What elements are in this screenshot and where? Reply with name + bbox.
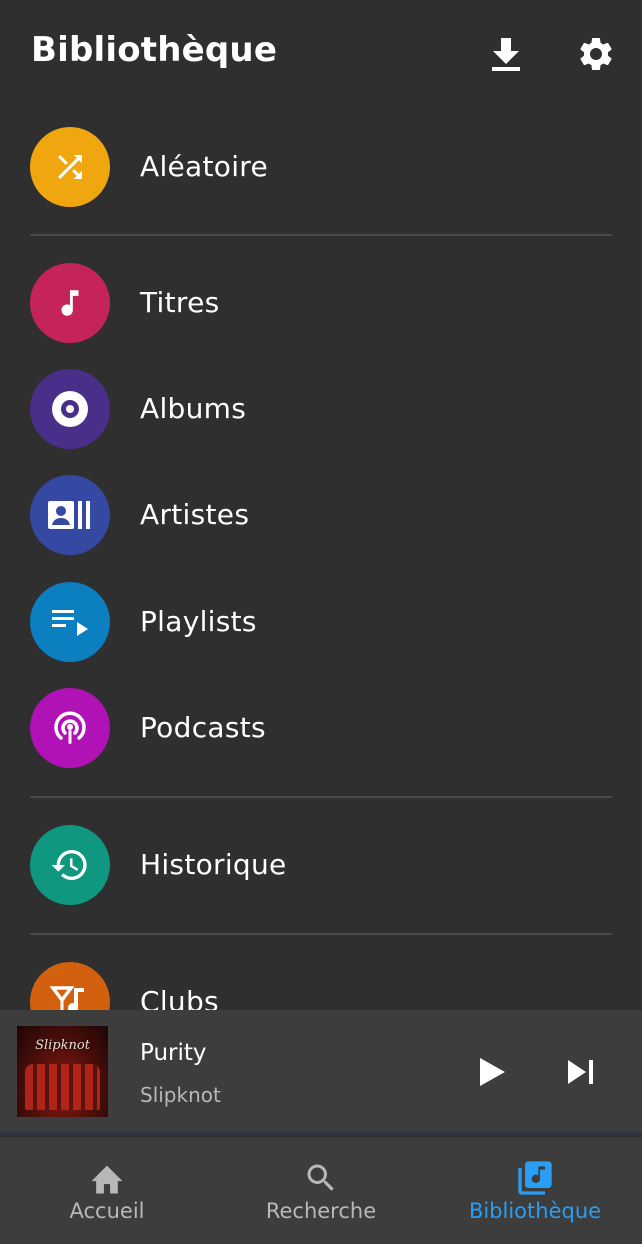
skip-next-icon[interactable] xyxy=(559,1050,603,1094)
history-icon xyxy=(30,825,110,905)
bottom-nav: Accueil Recherche Bibliothèque xyxy=(0,1137,642,1244)
podcast-icon xyxy=(30,688,110,768)
library-music-icon xyxy=(428,1157,642,1199)
library-item-label: Clubs xyxy=(140,985,219,1010)
home-icon xyxy=(0,1157,214,1199)
library-item-label: Podcasts xyxy=(140,711,266,744)
library-item-titles[interactable]: Titres xyxy=(0,244,642,350)
shuffle-icon xyxy=(30,127,110,207)
mini-player[interactable]: Slipknot Purity Slipknot xyxy=(0,1010,642,1134)
library-list: Aléatoire Titres Albums Artistes Playlis… xyxy=(0,108,642,1010)
divider xyxy=(30,234,612,236)
nav-item-label: Bibliothèque xyxy=(468,1199,602,1223)
album-cover[interactable]: Slipknot xyxy=(17,1026,108,1117)
gear-icon[interactable] xyxy=(574,32,618,76)
nav-item-library[interactable]: Bibliothèque xyxy=(428,1137,642,1244)
nav-item-search[interactable]: Recherche xyxy=(214,1137,428,1244)
library-item-playlists[interactable]: Playlists xyxy=(0,563,642,669)
library-item-artists[interactable]: Artistes xyxy=(0,456,642,562)
nav-item-home[interactable]: Accueil xyxy=(0,1137,214,1244)
divider xyxy=(30,933,612,935)
page-title: Bibliothèque xyxy=(31,30,278,70)
song-title: Purity xyxy=(140,1040,207,1066)
library-item-label: Titres xyxy=(140,286,220,319)
playlist-icon xyxy=(30,582,110,662)
song-artist: Slipknot xyxy=(140,1083,221,1107)
clubs-icon xyxy=(30,962,110,1010)
header: Bibliothèque xyxy=(0,0,642,108)
library-item-shuffle[interactable]: Aléatoire xyxy=(0,108,642,214)
library-item-label: Playlists xyxy=(140,605,257,638)
library-item-label: Historique xyxy=(140,848,287,881)
library-item-podcasts[interactable]: Podcasts xyxy=(0,669,642,775)
library-item-label: Albums xyxy=(140,392,247,425)
play-icon[interactable] xyxy=(470,1050,514,1094)
nav-item-label: Recherche xyxy=(265,1199,377,1223)
divider xyxy=(30,796,612,798)
download-icon[interactable] xyxy=(484,32,528,76)
album-cover-text: Slipknot xyxy=(35,1038,90,1053)
nav-item-label: Accueil xyxy=(69,1199,145,1223)
search-icon xyxy=(214,1157,428,1199)
disc-icon xyxy=(30,369,110,449)
library-item-history[interactable]: Historique xyxy=(0,806,642,912)
library-item-clubs[interactable]: Clubs xyxy=(0,943,642,1010)
app-screen: Bibliothèque Aléatoire Titres Albums Art… xyxy=(0,0,642,1244)
library-item-label: Aléatoire xyxy=(140,150,269,183)
artist-card-icon xyxy=(30,475,110,555)
music-note-icon xyxy=(30,263,110,343)
library-item-label: Artistes xyxy=(140,498,250,531)
album-cover-figures xyxy=(25,1064,100,1110)
library-item-albums[interactable]: Albums xyxy=(0,350,642,456)
